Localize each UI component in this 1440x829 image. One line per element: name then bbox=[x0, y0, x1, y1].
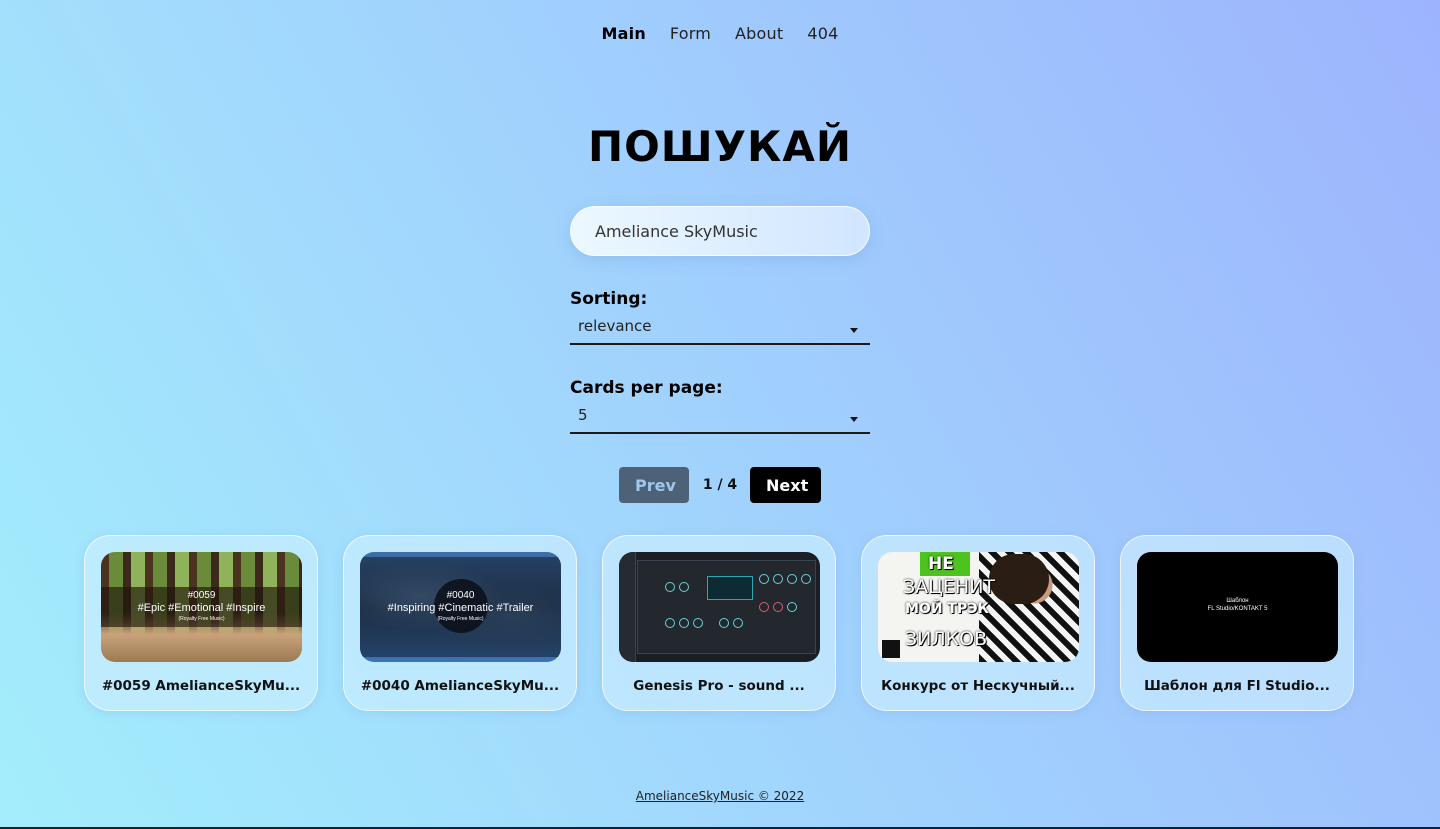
thumb-text: (Royalty Free Music) bbox=[178, 616, 225, 622]
video-card[interactable]: Шаблон FL Studio/KONTAKT 5 Шаблон для Fl… bbox=[1120, 535, 1354, 711]
video-card[interactable]: Genesis Pro - sound ... bbox=[602, 535, 836, 711]
thumb-text: МОЙ ТРЭК bbox=[905, 601, 989, 617]
pagination: Prev 1 / 4 Next bbox=[0, 467, 1440, 503]
logo-icon bbox=[882, 640, 900, 658]
sorting-group: Sorting: relevance bbox=[570, 289, 870, 345]
prev-button[interactable]: Prev bbox=[619, 467, 689, 503]
thumb-text: ЗИЛКОВ bbox=[905, 628, 988, 650]
next-button[interactable]: Next bbox=[750, 467, 821, 503]
video-card[interactable]: НЕ ЗАЦЕНИТ МОЙ ТРЭК ЗИЛКОВ Конкурс от Не… bbox=[861, 535, 1095, 711]
video-card[interactable]: #0059 #Epic #Emotional #Inspire (Royalty… bbox=[84, 535, 318, 711]
sorting-value: relevance bbox=[578, 317, 652, 335]
thumb-text: ЗАЦЕНИТ bbox=[903, 576, 996, 598]
thumb-text: Шаблон bbox=[1226, 598, 1249, 604]
card-thumbnail: #0059 #Epic #Emotional #Inspire (Royalty… bbox=[101, 552, 302, 662]
nav-about-link[interactable]: About bbox=[735, 24, 783, 43]
thumb-text: #0040 bbox=[446, 590, 475, 601]
thumb-text: #Inspiring #Cinematic #Trailer bbox=[387, 602, 534, 614]
chevron-down-icon bbox=[850, 417, 858, 422]
sorting-label: Sorting: bbox=[570, 289, 648, 309]
per-page-group: Cards per page: 5 bbox=[570, 378, 870, 434]
card-thumbnail: #0040 #Inspiring #Cinematic #Trailer (Ro… bbox=[360, 552, 561, 662]
card-thumbnail: Шаблон FL Studio/KONTAKT 5 bbox=[1137, 552, 1338, 662]
video-card[interactable]: #0040 #Inspiring #Cinematic #Trailer (Ro… bbox=[343, 535, 577, 711]
page-title: ПОШУКАЙ bbox=[587, 122, 853, 171]
per-page-value: 5 bbox=[578, 406, 588, 424]
nav-404-link[interactable]: 404 bbox=[807, 24, 838, 43]
card-title: Шаблон для Fl Studio... bbox=[1144, 678, 1330, 694]
chevron-down-icon bbox=[850, 328, 858, 333]
card-thumbnail: НЕ ЗАЦЕНИТ МОЙ ТРЭК ЗИЛКОВ bbox=[878, 552, 1079, 662]
nav-form-link[interactable]: Form bbox=[670, 24, 711, 43]
thumb-text: #Epic #Emotional #Inspire bbox=[137, 602, 266, 614]
thumb-text: НЕ bbox=[928, 554, 954, 574]
thumb-text: (Royalty Free Music) bbox=[437, 616, 484, 622]
per-page-label: Cards per page: bbox=[570, 378, 723, 398]
card-title: #0040 AmelianceSkyMu... bbox=[360, 678, 560, 694]
card-list: #0059 #Epic #Emotional #Inspire (Royalty… bbox=[84, 535, 1354, 711]
card-title: #0059 AmelianceSkyMu... bbox=[101, 678, 301, 694]
thumb-text: FL Studio/KONTAKT 5 bbox=[1207, 606, 1268, 612]
thumb-text: #0059 bbox=[187, 590, 216, 601]
per-page-select[interactable]: 5 bbox=[570, 402, 870, 434]
nav-main-link[interactable]: Main bbox=[602, 24, 646, 43]
card-title: Genesis Pro - sound ... bbox=[633, 678, 805, 694]
search-input[interactable] bbox=[570, 206, 870, 256]
card-thumbnail bbox=[619, 552, 820, 662]
sorting-select[interactable]: relevance bbox=[570, 313, 870, 345]
card-title: Конкурс от Нескучный... bbox=[881, 678, 1075, 694]
page-indicator: 1 / 4 bbox=[702, 477, 738, 493]
top-nav: Main Form About 404 bbox=[0, 24, 1440, 43]
footer-link[interactable]: AmelianceSkyMusic © 2022 bbox=[0, 789, 1440, 803]
